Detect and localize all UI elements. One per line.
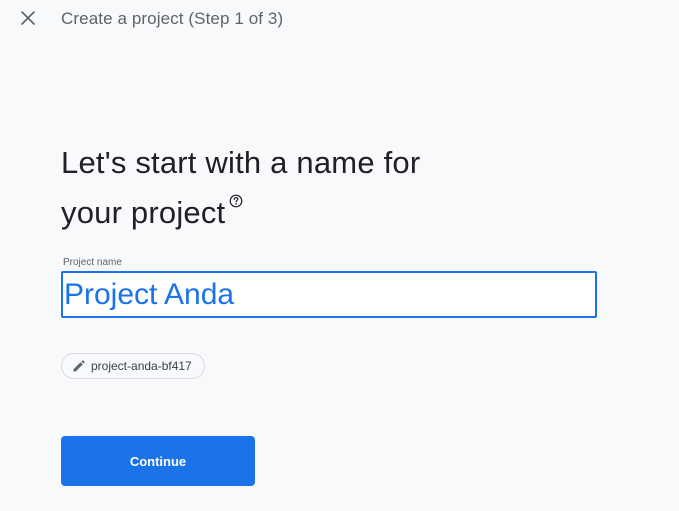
project-id-chip[interactable]: project-anda-bf417 bbox=[61, 353, 205, 379]
close-button[interactable] bbox=[14, 6, 42, 34]
close-icon bbox=[20, 10, 36, 31]
pencil-icon bbox=[72, 359, 85, 373]
project-name-label: Project name bbox=[63, 257, 122, 268]
project-id-text: project-anda-bf417 bbox=[91, 359, 192, 373]
continue-button[interactable]: Continue bbox=[61, 436, 255, 486]
create-project-page: Create a project (Step 1 of 3) Let's sta… bbox=[0, 0, 679, 511]
page-title: Create a project (Step 1 of 3) bbox=[61, 9, 284, 28]
help-circle-icon[interactable] bbox=[229, 194, 243, 208]
main-heading: Let's start with a name for your project bbox=[61, 138, 541, 238]
top-bar: Create a project (Step 1 of 3) bbox=[0, 0, 679, 40]
project-name-input[interactable] bbox=[61, 271, 597, 318]
heading-line-1: Let's start with a name for bbox=[61, 145, 421, 180]
heading-line-2: your project bbox=[61, 195, 226, 230]
